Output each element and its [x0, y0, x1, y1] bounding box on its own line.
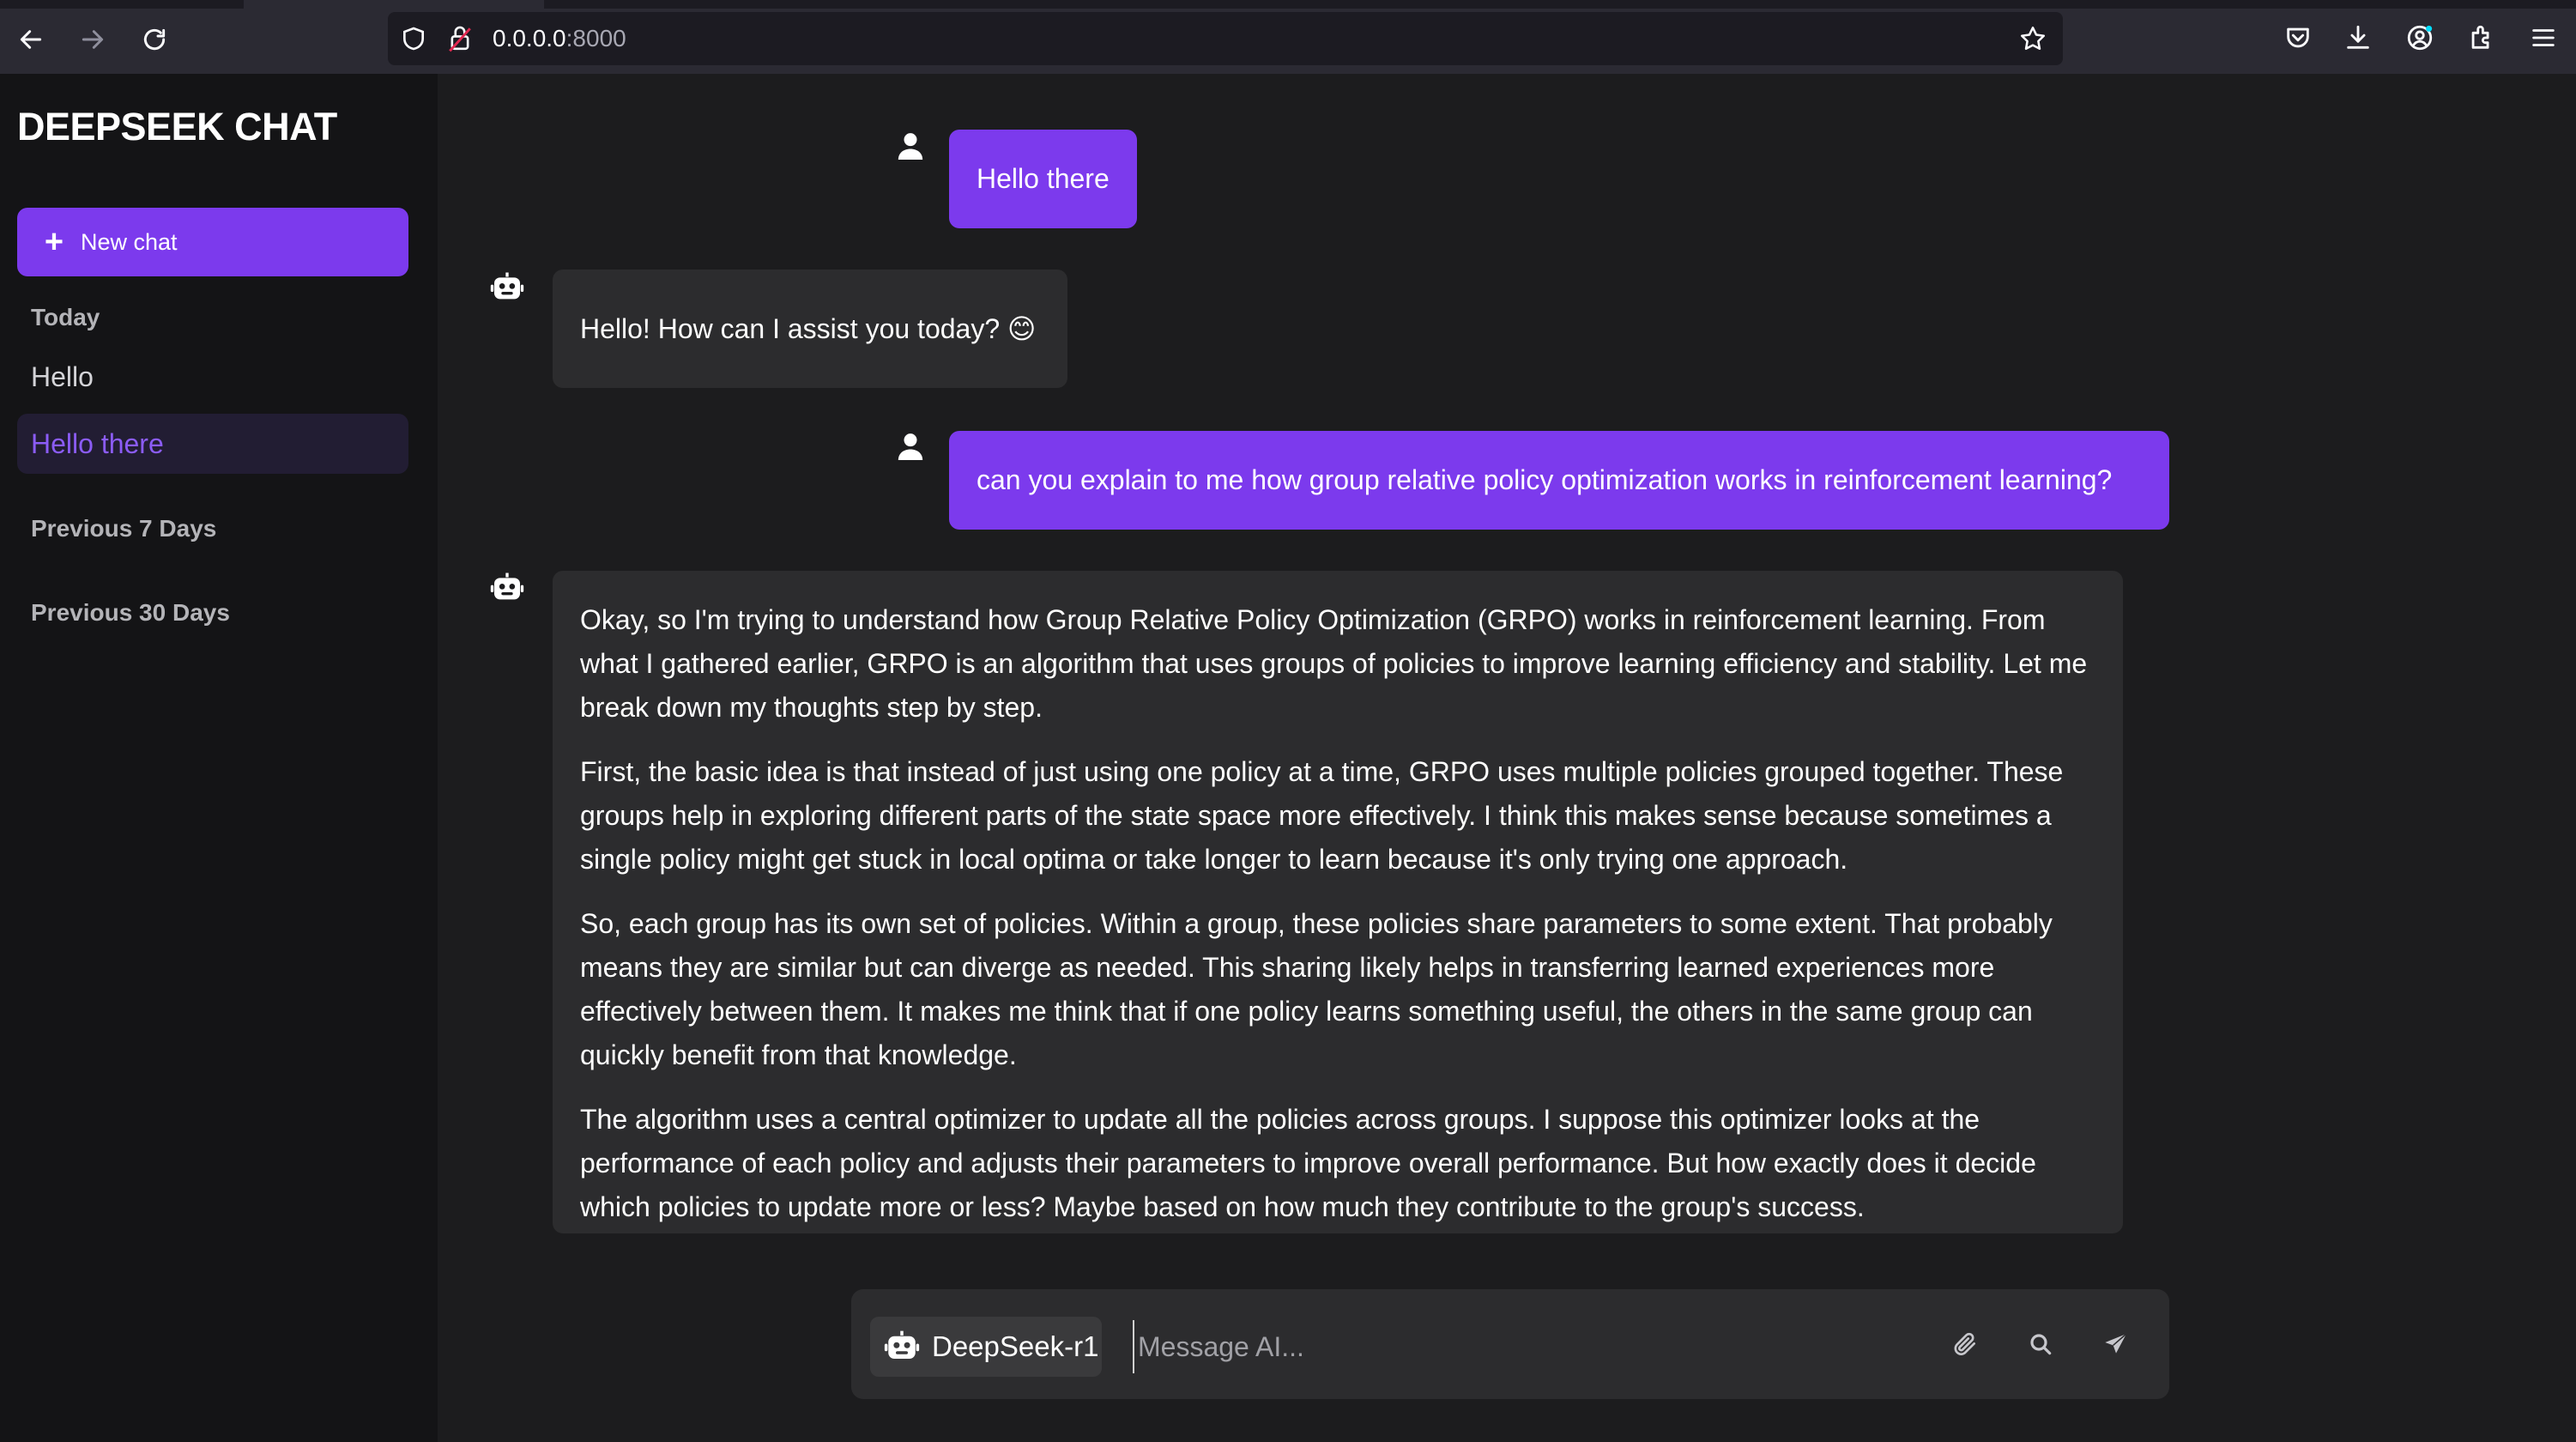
- user-icon: [892, 429, 928, 465]
- model-selector[interactable]: DeepSeek-r1: [870, 1317, 1102, 1377]
- url-text[interactable]: 0.0.0.0:8000: [493, 25, 626, 52]
- message-paragraph: So, each group has its own set of polici…: [580, 908, 2053, 1070]
- search-icon[interactable]: [2022, 1325, 2059, 1363]
- sidebar-chat-item-active[interactable]: Hello there: [17, 414, 408, 474]
- section-previous-30-days: Previous 30 Days: [31, 599, 230, 626]
- user-icon: [892, 129, 928, 165]
- robot-icon: [489, 270, 525, 306]
- forward-arrow-icon[interactable]: [72, 19, 113, 60]
- message-paragraph: The algorithm uses a central optimizer t…: [580, 1104, 2036, 1222]
- message-input[interactable]: [1133, 1320, 1912, 1373]
- robot-icon: [489, 570, 525, 606]
- sidebar: DEEPSEEK CHAT + New chat Today Hello Hel…: [0, 74, 438, 1442]
- account-icon[interactable]: [2403, 21, 2437, 55]
- model-label: DeepSeek-r1: [932, 1330, 1099, 1362]
- send-icon[interactable]: [2097, 1325, 2135, 1363]
- reload-icon[interactable]: [134, 19, 175, 60]
- extensions-icon[interactable]: [2464, 21, 2499, 55]
- active-tab[interactable]: [244, 0, 544, 9]
- url-bar[interactable]: 0.0.0.0:8000: [388, 12, 2063, 65]
- chat-area: Hello there Hello! How can I assist you …: [438, 74, 2576, 1442]
- shield-icon[interactable]: [400, 25, 427, 52]
- user-message: Hello there: [949, 130, 1137, 228]
- section-today: Today: [31, 304, 100, 330]
- tab-strip: [0, 0, 2576, 9]
- robot-icon: [884, 1330, 920, 1359]
- message-text: Hello there: [977, 163, 1110, 194]
- message-text: Hello! How can I assist you today? 😊: [580, 313, 1037, 344]
- app-title: DEEPSEEK CHAT: [17, 105, 337, 148]
- message-composer: DeepSeek-r1: [851, 1289, 2169, 1399]
- assistant-message: Hello! How can I assist you today? 😊: [553, 270, 1067, 388]
- back-arrow-icon[interactable]: [10, 19, 51, 60]
- download-icon[interactable]: [2341, 21, 2375, 55]
- assistant-message: Okay, so I'm trying to understand how Gr…: [553, 571, 2123, 1233]
- new-chat-button[interactable]: + New chat: [17, 208, 408, 276]
- menu-icon[interactable]: [2526, 21, 2561, 55]
- message-text: can you explain to me how group relative…: [977, 464, 2113, 495]
- sidebar-chat-item[interactable]: Hello: [17, 347, 408, 407]
- lock-icon[interactable]: [446, 24, 474, 53]
- message-paragraph: First, the basic idea is that instead of…: [580, 756, 2064, 875]
- browser-toolbar: 0.0.0.0:8000: [0, 0, 2576, 74]
- url-host: 0.0.0.0: [493, 25, 566, 52]
- plus-icon: +: [44, 224, 64, 260]
- user-message: can you explain to me how group relative…: [949, 431, 2169, 530]
- section-previous-7-days: Previous 7 Days: [31, 515, 217, 542]
- url-port: :8000: [565, 25, 626, 52]
- message-paragraph: Okay, so I'm trying to understand how Gr…: [580, 604, 2088, 723]
- new-chat-label: New chat: [81, 228, 178, 255]
- pocket-icon[interactable]: [2281, 21, 2315, 55]
- paperclip-icon[interactable]: [1946, 1325, 1984, 1363]
- bookmark-star-icon[interactable]: [2018, 24, 2047, 53]
